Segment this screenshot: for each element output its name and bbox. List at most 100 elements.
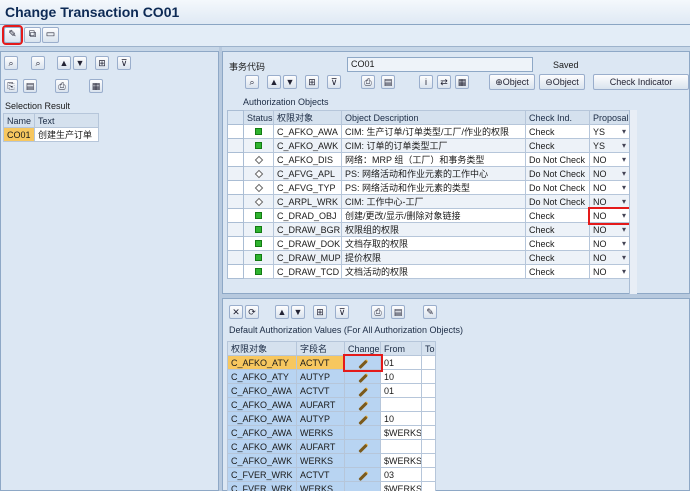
from-cell[interactable]: $WERKS	[380, 453, 422, 468]
to-cell[interactable]	[421, 411, 436, 426]
from-cell[interactable]: 01	[380, 383, 422, 398]
filter-icon[interactable]: ⊽	[335, 305, 349, 319]
auth-object-cell[interactable]: C_AFVG_TYP	[273, 180, 342, 195]
dropdown-icon[interactable]: ▾	[622, 267, 626, 276]
auth-object-cell[interactable]: C_DRAW_BGR	[273, 222, 342, 237]
check-ind-cell[interactable]: Do Not Check	[525, 152, 590, 167]
display-change-toggle-icon[interactable]: ✎	[2, 25, 23, 45]
tcode-text-cell[interactable]: 创建生产订单	[34, 127, 99, 142]
change-cell[interactable]	[344, 397, 381, 412]
proposal-cell[interactable]: NO ▾	[589, 222, 630, 237]
auth-object-cell[interactable]: C_AFKO_AWA	[273, 124, 342, 139]
auth-object-cell[interactable]: C_DRAW_DOK	[273, 236, 342, 251]
column-header-object-description[interactable]: Object Description	[341, 110, 526, 125]
table-row[interactable]: C_ARPL_WRK CIM: 工作中心-工厂 Do Not Check NO ▾	[227, 194, 630, 209]
proposal-cell[interactable]: NO ▾	[589, 194, 630, 209]
auth-object-cell[interactable]: C_DRAW_MUP	[273, 250, 342, 265]
table-row[interactable]: C_DRAW_DOK 文档存取的权限 Check NO ▾	[227, 236, 630, 251]
dropdown-icon[interactable]: ▾	[622, 211, 626, 220]
export-icon[interactable]: ⎘	[4, 79, 18, 93]
column-header-text[interactable]: Text	[34, 113, 99, 128]
dropdown-icon[interactable]: ▾	[622, 197, 626, 206]
from-cell[interactable]: $WERKS	[380, 481, 422, 491]
auth-object-cell[interactable]: C_AFKO_ATY	[227, 355, 297, 370]
auth-object-cell[interactable]: C_AFKO_AWK	[227, 453, 297, 468]
proposal-cell[interactable]: NO ▾	[589, 264, 630, 279]
to-cell[interactable]	[421, 439, 436, 454]
row-selector[interactable]	[227, 166, 244, 181]
layout-icon[interactable]: ▤	[391, 305, 405, 319]
pencil-icon[interactable]	[357, 471, 368, 481]
dropdown-icon[interactable]: ▾	[622, 141, 626, 150]
from-cell[interactable]: 03	[380, 467, 422, 482]
print-icon[interactable]: ⎙	[361, 75, 375, 89]
check-ind-cell[interactable]: Check	[525, 264, 590, 279]
refresh-icon[interactable]: ⟳	[245, 305, 259, 319]
change-cell[interactable]	[344, 425, 381, 440]
table-row[interactable]: C_AFKO_AWA AUFART	[227, 397, 436, 412]
to-cell[interactable]	[421, 355, 436, 370]
row-selector[interactable]	[227, 152, 244, 167]
table-row[interactable]: C_DRAW_MUP 提价权限 Check NO ▾	[227, 250, 630, 265]
table-row[interactable]: C_AFKO_AWA ACTVT 01	[227, 383, 436, 398]
sort-asc-icon[interactable]: ▲	[267, 75, 281, 89]
from-cell[interactable]: $WERKS	[380, 425, 422, 440]
check-ind-cell[interactable]: Check	[525, 236, 590, 251]
table-row[interactable]: C_AFVG_APL PS: 网络活动和作业元素的工作中心 Do Not Check…	[227, 166, 630, 181]
dropdown-icon[interactable]: ▾	[622, 183, 626, 192]
dropdown-icon[interactable]: ▾	[622, 169, 626, 178]
check-ind-cell[interactable]: Check	[525, 208, 590, 223]
column-header-check-ind[interactable]: Check Ind.	[525, 110, 590, 125]
row-selector[interactable]	[227, 208, 244, 223]
field-name-cell[interactable]: AUFART	[296, 439, 345, 454]
proposal-cell[interactable]: NO ▾	[589, 166, 630, 181]
row-selector[interactable]	[227, 124, 244, 139]
field-name-cell[interactable]: WERKS	[296, 481, 345, 491]
find-icon[interactable]: ⌕	[245, 75, 259, 89]
column-header-from[interactable]: From	[380, 341, 422, 356]
to-cell[interactable]	[421, 369, 436, 384]
pencil-icon[interactable]	[357, 387, 368, 397]
filter-icon[interactable]: ⊽	[117, 56, 131, 70]
proposal-cell[interactable]: NO ▾	[587, 206, 632, 225]
change-cell[interactable]	[344, 467, 381, 482]
table-row[interactable]: C_DRAW_TCD 文档活动的权限 Check NO ▾	[227, 264, 630, 279]
change-cell[interactable]	[344, 439, 381, 454]
auth-object-cell[interactable]: C_FVER_WRK	[227, 467, 297, 482]
proposal-cell[interactable]: YS ▾	[589, 124, 630, 139]
find-in-list-icon[interactable]: ⊞	[95, 56, 109, 70]
column-header-change[interactable]: Change	[344, 341, 381, 356]
dropdown-icon[interactable]: ▾	[622, 239, 626, 248]
pencil-icon[interactable]	[357, 373, 368, 383]
field-name-cell[interactable]: ACTVT	[296, 355, 345, 370]
details-icon[interactable]: ▦	[89, 79, 103, 93]
proposal-cell[interactable]: NO ▾	[589, 180, 630, 195]
info-icon[interactable]: i	[419, 75, 433, 89]
field-name-cell[interactable]: WERKS	[296, 453, 345, 468]
row-selector[interactable]	[227, 138, 244, 153]
sort-desc-icon[interactable]: ▼	[283, 75, 297, 89]
tcode-name-cell[interactable]: CO01	[3, 127, 35, 142]
details-icon[interactable]: ▦	[455, 75, 469, 89]
find-icon[interactable]: ⌕	[4, 56, 18, 70]
from-cell[interactable]: 10	[380, 369, 422, 384]
column-header-status[interactable]: Status	[243, 110, 274, 125]
to-cell[interactable]	[421, 453, 436, 468]
table-row[interactable]: C_AFKO_ATY AUTYP 10	[227, 369, 436, 384]
column-header-name[interactable]: Name	[3, 113, 35, 128]
auth-object-cell[interactable]: C_FVER_WRK	[227, 481, 297, 491]
check-indicator-button[interactable]: Check Indicator	[593, 74, 689, 90]
proposal-cell[interactable]: YS ▾	[589, 138, 630, 153]
field-name-cell[interactable]: AUTYP	[296, 411, 345, 426]
check-ind-cell[interactable]: Do Not Check	[525, 180, 590, 195]
sort-desc-icon[interactable]: ▼	[291, 305, 305, 319]
pencil-icon[interactable]	[357, 359, 368, 369]
auth-object-cell[interactable]: C_AFKO_AWA	[227, 397, 297, 412]
layout-icon[interactable]: ▤	[23, 79, 37, 93]
change-cell[interactable]	[342, 353, 383, 372]
change-cell[interactable]	[344, 411, 381, 426]
filter-icon[interactable]: ⊽	[327, 75, 341, 89]
find-in-list-icon[interactable]: ⊞	[313, 305, 327, 319]
pencil-icon[interactable]	[357, 443, 368, 453]
check-ind-cell[interactable]: Do Not Check	[525, 166, 590, 181]
